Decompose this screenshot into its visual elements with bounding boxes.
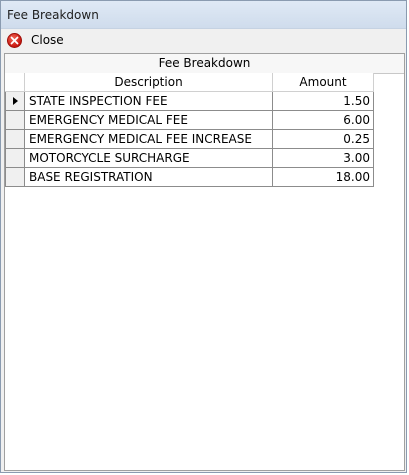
- row-selector[interactable]: [5, 168, 25, 187]
- close-button-label: Close: [31, 33, 64, 47]
- cell-description[interactable]: EMERGENCY MEDICAL FEE INCREASE: [25, 130, 273, 149]
- window-title: Fee Breakdown: [7, 8, 99, 22]
- cell-description[interactable]: BASE REGISTRATION: [25, 168, 273, 187]
- table-row[interactable]: BASE REGISTRATION 18.00: [5, 168, 374, 187]
- close-button[interactable]: Close: [7, 31, 64, 49]
- cell-amount[interactable]: 3.00: [273, 149, 374, 168]
- cell-description[interactable]: EMERGENCY MEDICAL FEE: [25, 111, 273, 130]
- title-bar[interactable]: Fee Breakdown: [1, 1, 406, 29]
- row-selector-arrow-icon: [12, 97, 18, 105]
- row-selector[interactable]: [5, 149, 25, 168]
- table-row[interactable]: EMERGENCY MEDICAL FEE INCREASE 0.25: [5, 130, 374, 149]
- cell-amount[interactable]: 1.50: [273, 92, 374, 111]
- table-row[interactable]: EMERGENCY MEDICAL FEE 6.00: [5, 111, 374, 130]
- grid-header-row: Description Amount: [5, 73, 374, 92]
- table-row[interactable]: MOTORCYCLE SURCHARGE 3.00: [5, 149, 374, 168]
- cell-amount[interactable]: 6.00: [273, 111, 374, 130]
- grid-panel: Fee Breakdown Description Amount STATE I…: [4, 53, 405, 471]
- row-selector[interactable]: [5, 92, 25, 111]
- fee-breakdown-window: Fee Breakdown Close Fee Breakdown Descri…: [0, 0, 407, 473]
- toolbar: Close: [1, 29, 406, 51]
- cell-amount[interactable]: 0.25: [273, 130, 374, 149]
- column-header-description[interactable]: Description: [25, 73, 273, 92]
- fee-grid: Description Amount STATE INSPECTION FEE …: [5, 73, 374, 187]
- column-header-amount[interactable]: Amount: [273, 73, 374, 92]
- grid-caption: Fee Breakdown: [5, 54, 404, 74]
- close-x-icon: [7, 32, 22, 48]
- cell-amount[interactable]: 18.00: [273, 168, 374, 187]
- table-row[interactable]: STATE INSPECTION FEE 1.50: [5, 92, 374, 111]
- row-selector[interactable]: [5, 111, 25, 130]
- cell-description[interactable]: MOTORCYCLE SURCHARGE: [25, 149, 273, 168]
- row-selector[interactable]: [5, 130, 25, 149]
- cell-description[interactable]: STATE INSPECTION FEE: [25, 92, 273, 111]
- row-header-corner: [5, 73, 25, 92]
